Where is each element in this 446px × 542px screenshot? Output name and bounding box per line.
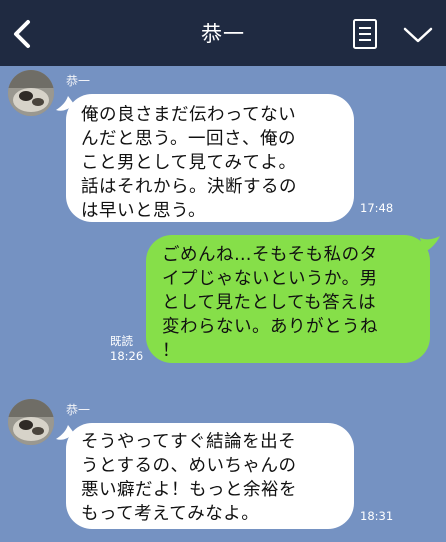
message-time: 18:31: [360, 509, 394, 523]
message-line: は早いと思う。: [81, 201, 206, 221]
avatar-photo-icon: [8, 70, 54, 116]
read-label: 既読: [110, 334, 133, 348]
avatar-photo-icon: [8, 399, 54, 445]
message-line: として見たとしても答えは: [162, 293, 377, 313]
options-button[interactable]: [400, 22, 436, 48]
message-line: うとするの、めいちゃんの: [81, 456, 297, 476]
message-line: ごめんね…そもそも私のタ: [162, 245, 378, 265]
message-line: 俺の良さまだ伝わってない: [81, 105, 297, 125]
chevron-down-icon: [403, 27, 433, 43]
read-status: 既読 18:26: [110, 334, 143, 364]
message-line: もって考えてみなよ。: [81, 504, 260, 524]
message-time: 18:26: [110, 349, 144, 363]
message-bubble-incoming[interactable]: そうやってすぐ結論を出そ うとするの、めいちゃんの 悪い癖だよ！もっと余裕を も…: [66, 423, 354, 529]
avatar[interactable]: [8, 399, 54, 445]
sender-name: 恭一: [66, 403, 91, 417]
notes-icon: [353, 19, 377, 49]
message-line: 変わらない。ありがとうね: [162, 317, 378, 337]
notes-button[interactable]: [350, 17, 380, 51]
message-line: そうやってすぐ結論を出そ: [81, 432, 297, 452]
message-line: 悪い癖だよ！もっと余裕を: [81, 480, 297, 500]
message-bubble-outgoing[interactable]: ごめんね…そもそも私のタ イプじゃないというか。男 として見たとしても答えは 変…: [146, 235, 430, 363]
chat-header: 恭一: [0, 0, 446, 66]
message-bubble-incoming[interactable]: 俺の良さまだ伝わってない んだと思う。一回さ、俺の こと男として見てみてよ。 話…: [66, 94, 354, 222]
message-line: こと男として見てみてよ。: [81, 153, 297, 173]
message-line: イプじゃないというか。男: [162, 269, 378, 289]
message-line: んだと思う。一回さ、俺の: [81, 129, 296, 149]
message-line: ！: [162, 341, 180, 361]
message-line: 話はそれから。決断するの: [81, 177, 297, 197]
avatar[interactable]: [8, 70, 54, 116]
message-time: 17:48: [360, 201, 394, 215]
sender-name: 恭一: [66, 74, 91, 88]
bubble-tail: [420, 236, 440, 252]
